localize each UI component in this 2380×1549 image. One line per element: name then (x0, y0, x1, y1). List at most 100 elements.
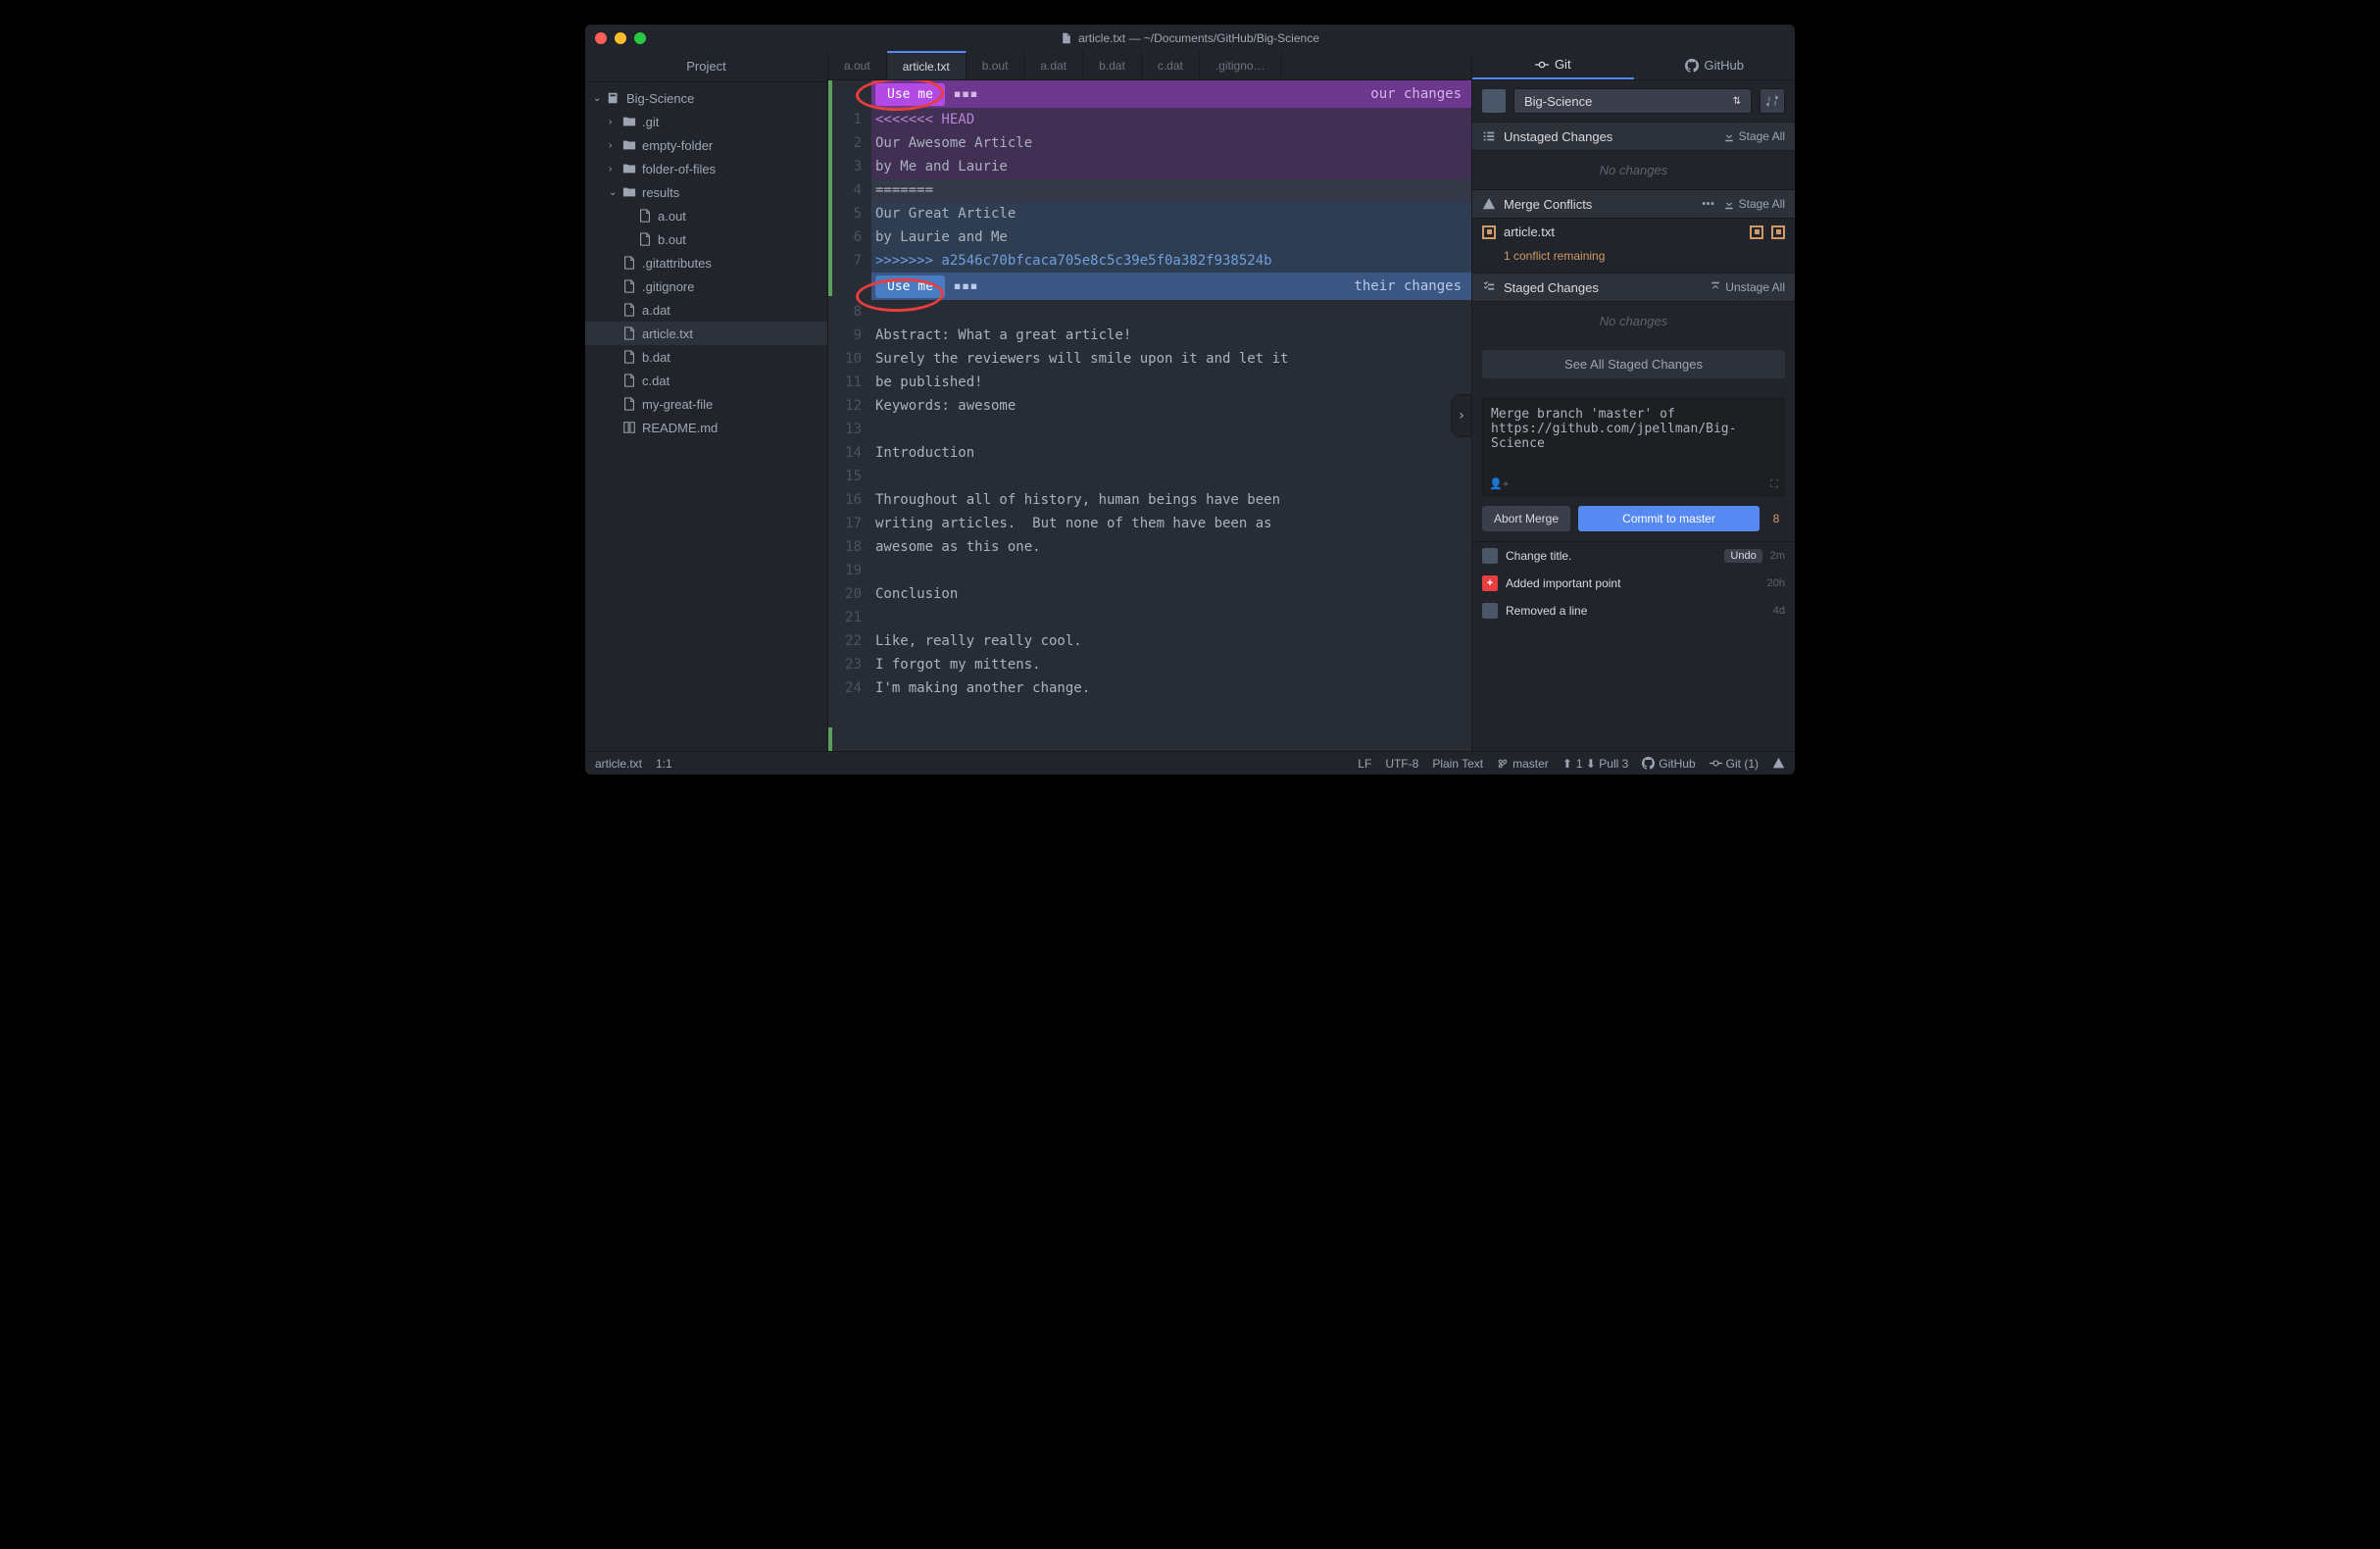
abort-merge-button[interactable]: Abort Merge (1482, 506, 1570, 531)
file-icon (622, 374, 636, 387)
plus-icon: + (1482, 575, 1498, 591)
conflict-marker-icon[interactable] (1750, 225, 1763, 239)
close-window-button[interactable] (595, 32, 607, 44)
tree-item[interactable]: ›folder-of-files (585, 157, 827, 180)
code-line[interactable] (871, 465, 1471, 488)
use-me-ours-button[interactable]: Use me (875, 83, 945, 106)
tree-root[interactable]: ⌄ Big-Science (585, 86, 827, 110)
tree-item[interactable]: a.out (585, 204, 827, 227)
conflict-marker-icon[interactable] (1771, 225, 1785, 239)
status-branch[interactable]: master (1497, 757, 1549, 771)
line-number: 21 (832, 606, 862, 629)
tree-item[interactable]: b.out (585, 227, 827, 251)
tree-item[interactable]: ⌄results (585, 180, 827, 204)
stage-all-conflicts-button[interactable]: Stage All (1723, 197, 1785, 211)
code-line[interactable] (871, 300, 1471, 324)
maximize-window-button[interactable] (634, 32, 646, 44)
add-coauthor-icon[interactable]: 👤+ (1489, 477, 1509, 491)
editor-tab[interactable]: c.dat (1142, 51, 1200, 79)
repo-icon (607, 91, 620, 105)
code-line[interactable]: by Laurie and Me (871, 225, 1471, 249)
code-line[interactable]: Introduction (871, 441, 1471, 465)
recent-commit-row[interactable]: Removed a line4d (1472, 597, 1795, 625)
status-warning[interactable] (1772, 757, 1785, 770)
editor-tab[interactable]: .gitigno… (1200, 51, 1282, 79)
status-eol[interactable]: LF (1358, 757, 1371, 771)
code-line[interactable]: ======= (871, 178, 1471, 202)
titlebar: article.txt — ~/Documents/GitHub/Big-Sci… (585, 25, 1795, 51)
unstage-all-button[interactable]: Unstage All (1710, 280, 1785, 294)
line-number: 3 (832, 155, 862, 178)
status-cursor-pos[interactable]: 1:1 (656, 757, 672, 771)
line-number: 18 (832, 535, 862, 559)
expand-panel-button[interactable]: › (1451, 394, 1471, 437)
tree-item[interactable]: a.dat (585, 298, 827, 322)
avatar (1482, 603, 1498, 619)
minimize-window-button[interactable] (615, 32, 626, 44)
code-line[interactable]: Like, really really cool. (871, 629, 1471, 653)
tree-item[interactable]: b.dat (585, 345, 827, 369)
code-line[interactable]: >>>>>>> a2546c70bfcaca705e8c5c39e5f0a382… (871, 249, 1471, 273)
status-language[interactable]: Plain Text (1432, 757, 1483, 771)
code-line[interactable]: by Me and Laurie (871, 155, 1471, 178)
download-icon (1723, 198, 1735, 210)
status-file[interactable]: article.txt (595, 757, 642, 771)
tree-item[interactable]: ›empty-folder (585, 133, 827, 157)
tree-item[interactable]: README.md (585, 416, 827, 439)
editor-tab[interactable]: a.dat (1024, 51, 1083, 79)
tab-git[interactable]: Git (1472, 51, 1634, 79)
tab-github[interactable]: GitHub (1634, 51, 1796, 79)
status-encoding[interactable]: UTF-8 (1385, 757, 1418, 771)
line-number: 22 (832, 629, 862, 653)
code-line[interactable]: I'm making another change. (871, 676, 1471, 700)
tree-item[interactable]: c.dat (585, 369, 827, 392)
undo-button[interactable]: Undo (1724, 549, 1761, 563)
code-line[interactable]: Our Great Article (871, 202, 1471, 225)
stage-all-button[interactable]: Stage All (1723, 129, 1785, 143)
code-line[interactable]: writing articles. But none of them have … (871, 512, 1471, 535)
status-sync[interactable]: ⬆ 1 ⬇ Pull 3 (1562, 757, 1628, 771)
tree-item[interactable]: .gitignore (585, 275, 827, 298)
code-line[interactable]: Our Awesome Article (871, 131, 1471, 155)
code-line[interactable]: Abstract: What a great article! (871, 324, 1471, 347)
line-number: 9 (832, 324, 862, 347)
tree-item[interactable]: article.txt (585, 322, 827, 345)
code-line[interactable]: <<<<<<< HEAD (871, 108, 1471, 131)
editor-tab[interactable]: b.out (967, 51, 1025, 79)
editor-pane: a.outarticle.txtb.outa.datb.datc.dat.git… (828, 51, 1471, 751)
conflict-file-row[interactable]: article.txt (1472, 219, 1795, 245)
editor-tab[interactable]: article.txt (887, 51, 967, 79)
recent-commit-row[interactable]: Change title.Undo2m (1472, 542, 1795, 570)
commit-message-input[interactable]: Merge branch 'master' of https://github.… (1482, 398, 1785, 496)
line-number: 17 (832, 512, 862, 535)
code-line[interactable]: Surely the reviewers will smile upon it … (871, 347, 1471, 371)
nav-dots-icon[interactable]: ▪▪▪ (953, 86, 977, 102)
refresh-button[interactable] (1760, 88, 1785, 114)
tree-item[interactable]: .gitattributes (585, 251, 827, 275)
code-line[interactable]: Throughout all of history, human beings … (871, 488, 1471, 512)
code-line[interactable] (871, 418, 1471, 441)
code-line[interactable]: be published! (871, 371, 1471, 394)
editor-body[interactable]: 123456789101112131415161718192021222324 … (828, 80, 1471, 751)
code-line[interactable] (871, 559, 1471, 582)
tree-item[interactable]: ›.git (585, 110, 827, 133)
see-all-staged-button[interactable]: See All Staged Changes (1482, 350, 1785, 378)
code-line[interactable]: Conclusion (871, 582, 1471, 606)
commit-button[interactable]: Commit to master (1578, 506, 1760, 531)
status-git[interactable]: Git (1) (1710, 757, 1759, 771)
editor-tab[interactable]: a.out (828, 51, 887, 79)
recent-commit-row[interactable]: +Added important point20h (1472, 570, 1795, 597)
tree-item[interactable]: my-great-file (585, 392, 827, 416)
code-line[interactable]: awesome as this one. (871, 535, 1471, 559)
line-number: 19 (832, 559, 862, 582)
use-me-theirs-button[interactable]: Use me (875, 275, 945, 298)
code-line[interactable]: Keywords: awesome (871, 394, 1471, 418)
code-line[interactable] (871, 606, 1471, 629)
status-github[interactable]: GitHub (1642, 757, 1695, 771)
code-line[interactable]: I forgot my mittens. (871, 653, 1471, 676)
editor-tab[interactable]: b.dat (1083, 51, 1142, 79)
nav-dots-icon[interactable]: ▪▪▪ (953, 278, 977, 294)
line-number: 7 (832, 249, 862, 273)
expand-icon[interactable]: ⛶ (1770, 477, 1778, 491)
repo-select[interactable]: Big-Science ⇅ (1513, 88, 1752, 114)
